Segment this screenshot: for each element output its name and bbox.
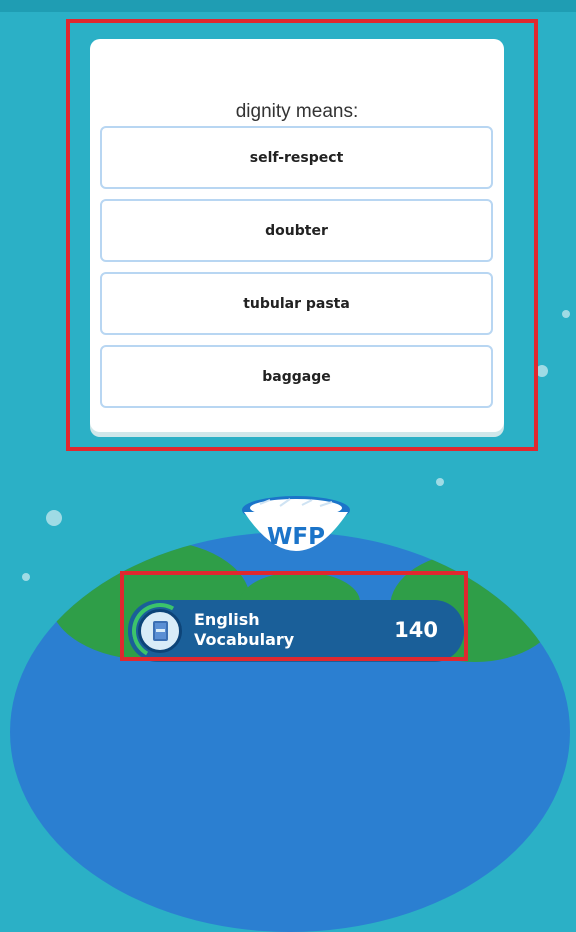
background-dot: [562, 310, 570, 318]
badge-highlight-box: [120, 571, 468, 661]
wfp-bowl-icon: WFP: [240, 494, 352, 568]
background-dot: [436, 478, 444, 486]
quiz-highlight-box: [66, 19, 538, 451]
top-strip: [0, 0, 576, 12]
background-dot: [22, 573, 30, 581]
background-dot: [46, 510, 62, 526]
wfp-label: WFP: [267, 524, 325, 550]
